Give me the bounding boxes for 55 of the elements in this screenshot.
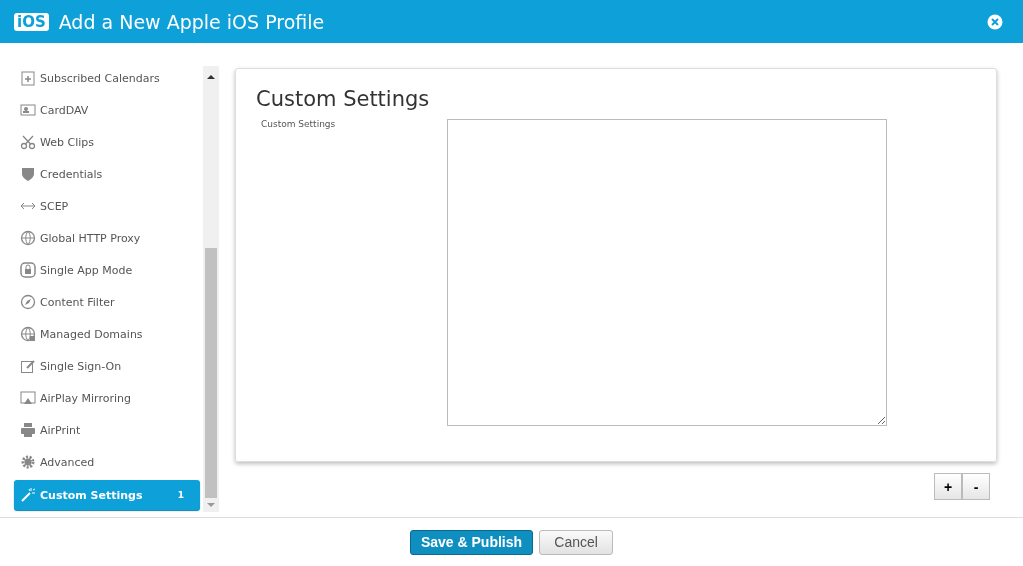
scroll-down-icon[interactable] [207, 502, 215, 508]
sidebar-item[interactable]: Managed Domains [14, 318, 200, 350]
wand-icon [20, 487, 36, 503]
sidebar-item[interactable]: Subscribed Calendars [14, 62, 200, 94]
sidebar-item[interactable]: AirPlay Mirroring [14, 382, 200, 414]
printer-icon [20, 422, 36, 438]
sidebar-item-label: Web Clips [40, 135, 95, 149]
gear-icon [20, 454, 36, 470]
custom-settings-field[interactable] [447, 119, 887, 426]
scissors-icon [20, 134, 36, 150]
sidebar-item-label: Content Filter [40, 295, 116, 309]
sidebar-item[interactable]: SCEP [14, 190, 200, 222]
sidebar-item[interactable]: Single App Mode [14, 254, 200, 286]
lock-icon [20, 262, 36, 278]
scrollbar[interactable] [203, 66, 219, 512]
field-label: Custom Settings [260, 119, 337, 131]
sidebar-item-label: AirPlay Mirroring [40, 391, 132, 405]
globe-icon [20, 230, 36, 246]
sidebar-item[interactable]: Credentials [14, 158, 200, 190]
scroll-up-icon[interactable] [207, 74, 215, 80]
sidebar-item-label: Custom Settings [40, 488, 144, 502]
sidebar-item-label: Advanced [40, 455, 96, 469]
sidebar-item[interactable]: Advanced [14, 446, 200, 478]
calendar-icon [20, 70, 36, 86]
sidebar-item-label: Credentials [40, 167, 104, 181]
sidebar-item[interactable]: Global HTTP Proxy [14, 222, 200, 254]
sidebar-item[interactable]: Single Sign-On [14, 350, 200, 382]
sidebar-item-label: Single App Mode [40, 263, 134, 277]
sidebar-item[interactable]: Content Filter [14, 286, 200, 318]
close-icon[interactable] [987, 13, 1003, 30]
ios-logo: iOS [14, 12, 49, 31]
window-title: Add a New Apple iOS Profile [58, 10, 326, 33]
shield-icon [20, 166, 36, 182]
sidebar-item-label: Single Sign-On [40, 359, 123, 373]
sidebar-item-label: Global HTTP Proxy [40, 231, 142, 245]
cancel-button[interactable]: Cancel [539, 529, 614, 555]
globe-lock-icon [20, 326, 36, 342]
sidebar-item[interactable]: Web Clips [14, 126, 200, 158]
sidebar-item-label: SCEP [40, 199, 70, 213]
panel-title: Custom Settings [256, 87, 431, 111]
edit-icon [20, 358, 36, 374]
compass-icon [20, 294, 36, 310]
remove-button[interactable]: - [962, 473, 990, 500]
count-label: 1 [177, 490, 184, 500]
sidebar-item-label: Managed Domains [40, 327, 144, 341]
save-publish-button[interactable]: Save & Publish [409, 529, 534, 555]
sidebar-item-label: Subscribed Calendars [40, 71, 161, 85]
add-button[interactable]: + [934, 473, 962, 500]
sidebar-item[interactable]: CardDAV [14, 94, 200, 126]
sidebar-item-label: AirPrint [40, 423, 82, 437]
screen-icon [20, 390, 36, 406]
contact-card-icon [20, 102, 36, 118]
sidebar-item[interactable]: AirPrint [14, 414, 200, 446]
scrollbar-thumb[interactable] [205, 248, 217, 498]
sidebar-item-label: CardDAV [40, 103, 90, 117]
